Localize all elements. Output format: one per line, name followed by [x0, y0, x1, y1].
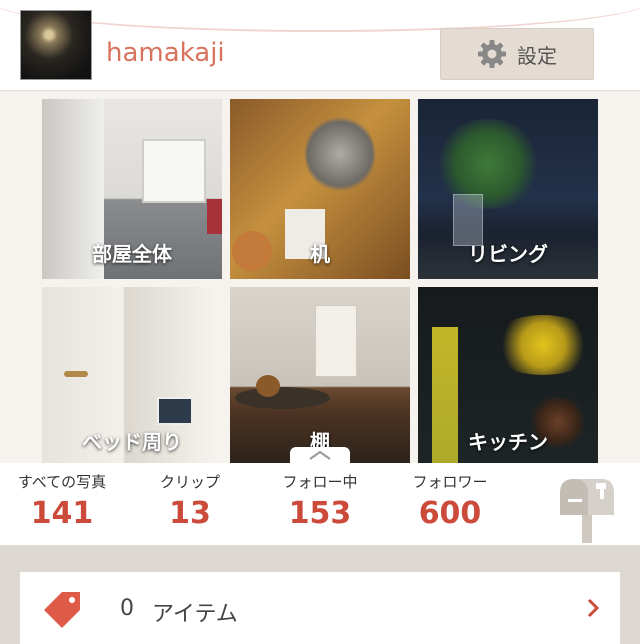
settings-button[interactable]: 設定 [440, 28, 594, 80]
tile-room-label: 部屋全体 [92, 242, 172, 266]
profile-header: hamakaji 設定 [0, 0, 640, 91]
tile-room[interactable]: 部屋全体 [42, 99, 222, 279]
tile-shelf-photo [315, 305, 357, 377]
tile-room-photo [207, 199, 222, 234]
stat-label: フォロー中 [282, 473, 358, 491]
chevron-up-icon [309, 450, 331, 460]
tile-shelf-photo [235, 387, 330, 409]
stat-value: 153 [288, 496, 352, 531]
items-count: 0 [120, 596, 134, 621]
stats-bar: すべての写真 141 クリップ 13 フォロー中 153 フォロワー 600 [0, 463, 640, 545]
stat-followers[interactable]: フォロワー 600 [395, 471, 505, 531]
tile-living-photo [433, 119, 543, 209]
expand-tab[interactable] [290, 447, 350, 463]
tile-desk-label: 机 [310, 242, 330, 266]
stat-value: 600 [418, 496, 482, 531]
tile-bedroom-photo [64, 371, 88, 377]
mailbox-icon[interactable] [556, 475, 618, 543]
stat-following[interactable]: フォロー中 153 [265, 471, 375, 531]
tile-bedroom-label: ベッド周り [82, 430, 182, 454]
photo-grid: 部屋全体 机 リビング ベッド周り 棚 キッチン [0, 91, 640, 467]
settings-label: 設定 [517, 43, 557, 68]
chevron-right-icon [587, 598, 600, 618]
stat-value: 141 [30, 496, 94, 531]
stat-value: 13 [169, 496, 211, 531]
tile-living-label: リビング [468, 242, 548, 266]
tile-living[interactable]: リビング [418, 99, 598, 279]
items-label: アイテム [152, 602, 238, 627]
stat-all-photos[interactable]: すべての写真 141 [4, 471, 120, 531]
tile-desk-photo [305, 114, 375, 194]
stat-label: すべての写真 [17, 473, 107, 491]
items-row[interactable]: 0 アイテム [20, 572, 620, 644]
stat-label: クリップ [159, 473, 220, 491]
stat-clips[interactable]: クリップ 13 [140, 471, 240, 531]
avatar[interactable] [20, 10, 92, 80]
tile-kitchen-label: キッチン [468, 430, 548, 454]
username[interactable]: hamakaji [106, 38, 225, 68]
stat-label: フォロワー [412, 473, 488, 491]
tile-kitchen[interactable]: キッチン [418, 287, 598, 467]
tile-bedroom-photo [157, 397, 193, 425]
tile-desk[interactable]: 机 [230, 99, 410, 279]
tile-kitchen-photo [488, 315, 598, 375]
tile-room-photo [142, 139, 206, 203]
tile-shelf[interactable]: 棚 [230, 287, 410, 467]
tile-bedroom[interactable]: ベッド周り [42, 287, 222, 467]
tag-icon [44, 592, 80, 628]
gear-icon [478, 40, 506, 68]
tile-shelf-photo [256, 375, 280, 397]
